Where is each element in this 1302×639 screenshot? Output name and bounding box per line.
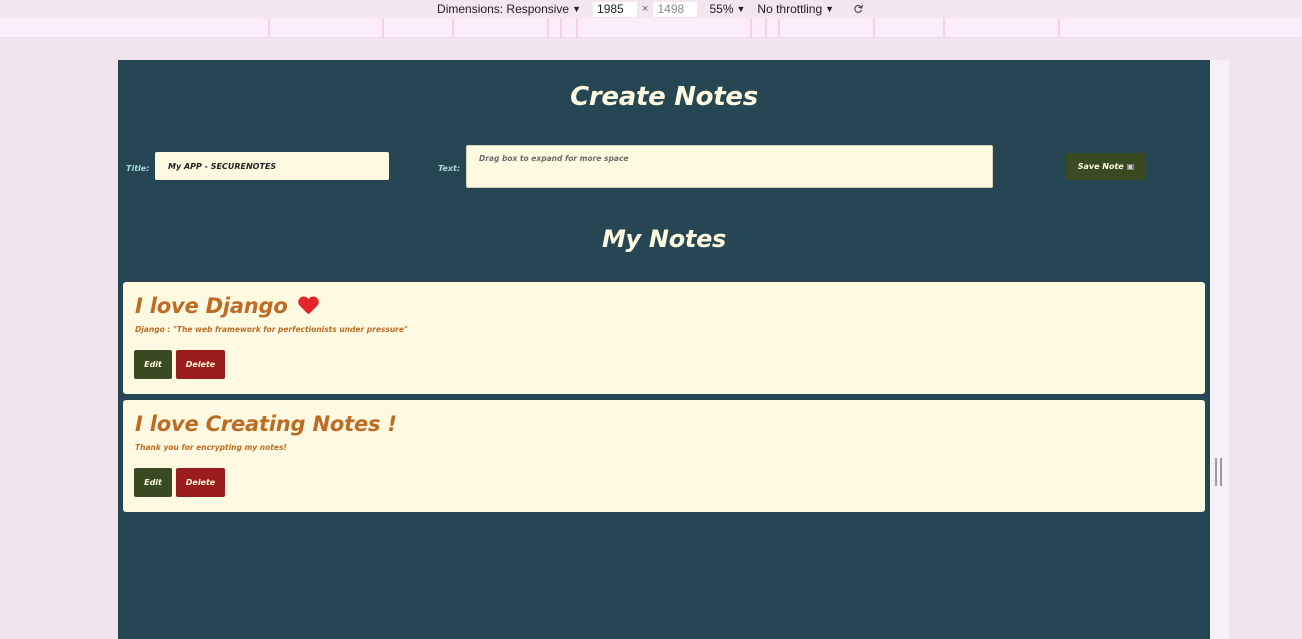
throttling-dropdown[interactable]: No throttling ▼ [757, 2, 834, 16]
ruler-marker [750, 18, 752, 38]
ruler-marker [452, 18, 454, 38]
floppy-disk-icon: ▣ [1126, 162, 1135, 171]
throttling-label: No throttling [757, 2, 823, 16]
note-title-text: I love Django [135, 294, 288, 318]
chevron-down-icon: ▼ [825, 4, 835, 14]
delete-button[interactable]: Delete [176, 350, 225, 379]
zoom-label: 55% [709, 2, 734, 16]
viewport-side-strip [1210, 60, 1229, 639]
note-actions: Edit Delete [134, 468, 225, 497]
delete-button[interactable]: Delete [176, 468, 225, 497]
title-label: Title: [126, 164, 150, 173]
ruler-marker [268, 18, 270, 38]
chevron-down-icon: ▼ [736, 4, 746, 14]
notes-section-title: My Notes [601, 225, 727, 253]
times-icon: × [642, 3, 649, 15]
title-input[interactable]: My APP - SECURENOTES [155, 152, 389, 180]
note-title-text: I love Creating Notes ! [135, 412, 397, 436]
dimensions-dropdown[interactable]: Dimensions: Responsive ▼ [437, 2, 581, 16]
dimensions-label: Dimensions: Responsive [437, 2, 570, 16]
page-title: Create Notes [570, 82, 758, 112]
note-actions: Edit Delete [134, 350, 225, 379]
text-label: Text: [438, 164, 461, 173]
heart-icon [298, 297, 318, 315]
zoom-dropdown[interactable]: 55% ▼ [709, 2, 745, 16]
resize-handle[interactable] [1215, 458, 1222, 486]
text-textarea[interactable]: Drag box to expand for more space [466, 145, 993, 188]
ruler-marker [778, 18, 780, 38]
edit-button[interactable]: Edit [134, 468, 172, 497]
create-note-form: Title: My APP - SECURENOTES Text: Drag b… [118, 144, 1210, 188]
ruler-marker [943, 18, 945, 38]
height-input[interactable]: 1498 [653, 1, 698, 17]
width-input[interactable]: 1985 [593, 1, 638, 17]
media-query-ruler[interactable] [0, 18, 1302, 38]
ruler-marker [576, 18, 578, 38]
ruler-marker [382, 18, 384, 38]
rotate-icon[interactable]: ⟳ [851, 0, 868, 19]
save-note-button[interactable]: Save Note ▣ [1066, 153, 1146, 180]
ruler-marker [765, 18, 767, 38]
chevron-down-icon: ▼ [572, 4, 582, 14]
note-card: I love Django Django : "The web framewor… [123, 282, 1205, 394]
note-title: I love Creating Notes ! [135, 412, 397, 436]
devtools-device-toolbar: Dimensions: Responsive ▼ 1985 × 1498 55%… [0, 0, 1302, 18]
note-title: I love Django [135, 294, 318, 318]
ruler-marker [873, 18, 875, 38]
ruler-marker [547, 18, 549, 38]
note-card: I love Creating Notes ! Thank you for en… [123, 400, 1205, 512]
ruler-marker [560, 18, 562, 38]
edit-button[interactable]: Edit [134, 350, 172, 379]
note-body: Thank you for encrypting my notes! [135, 443, 287, 452]
note-body: Django : "The web framework for perfecti… [135, 325, 408, 334]
save-note-label: Save Note [1077, 162, 1124, 171]
app-viewport: Create Notes Title: My APP - SECURENOTES… [118, 60, 1210, 639]
ruler-marker [1058, 18, 1060, 38]
